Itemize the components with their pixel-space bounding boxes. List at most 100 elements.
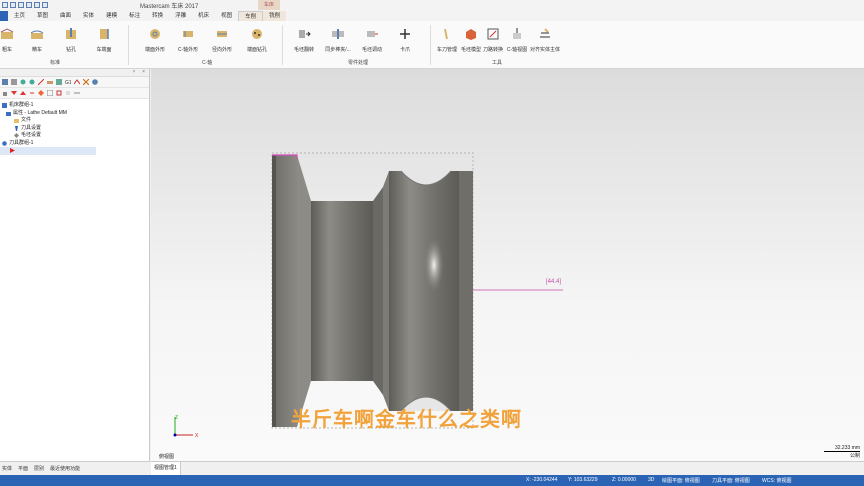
tool-manager-icon [444,29,448,39]
face-contour-icon [150,29,160,39]
pin-icon[interactable]: ᵖ [133,69,135,75]
face-drill-button[interactable]: 端面钻孔 [242,27,272,57]
tab-relief[interactable]: 浮雕 [169,11,192,21]
toolpath-transform-icon [487,28,499,40]
move-up-icon[interactable] [20,90,26,96]
window-title: Mastercam 车床 2017 [140,4,199,10]
finish-turn-button[interactable]: 精车 [22,27,52,57]
status-x: X: -230.04244 [526,477,558,483]
tree-item-toolpath-group[interactable]: 刀具群组-1 [0,140,149,148]
options-icon[interactable] [74,90,80,96]
status-construction-plane[interactable]: 绘图平面: 俯视图 [662,477,700,484]
tree-item-files[interactable]: 文件 [0,117,149,125]
axis-x-label: X [195,433,199,439]
tab-surface[interactable]: 曲面 [54,11,77,21]
c-axis-view-button[interactable]: C-轴视图 [502,27,532,57]
toggle-lock-icon[interactable] [65,90,71,96]
drill-icon [66,28,76,39]
insert-after-icon[interactable] [38,90,44,96]
print-icon[interactable] [26,2,32,8]
chuck-icon [400,29,410,39]
scale-unit: 公制 [849,453,860,459]
tab-milling[interactable]: 铣削 [263,11,287,21]
face-contour-button[interactable]: 端面外形 [140,27,170,57]
select-failed-icon[interactable] [11,79,17,85]
tab-solids[interactable]: 实体 [2,465,12,472]
rough-turn-button[interactable]: 粗车 [0,27,22,57]
cross-contour-icon [217,31,227,37]
insert-arrow-marker-icon [10,148,15,154]
tree-item-insert-arrow[interactable] [0,147,96,155]
show-selected-icon[interactable] [47,90,53,96]
stock-flip-button[interactable]: 毛坯翻转 [289,27,319,57]
tool-settings-icon [15,125,18,131]
open-file-icon[interactable] [10,2,16,8]
tab-transform[interactable]: 转换 [146,11,169,21]
ribbon: 粗车 精车 钻孔 车端面 标准 端面外形 C-轴外形 径向外形 端面钻孔 C-轴… [0,21,864,69]
tab-model[interactable]: 建模 [100,11,123,21]
simulate-icon[interactable] [56,79,62,85]
post-icon[interactable]: G1 [65,79,71,85]
cross-contour-button[interactable]: 径向外形 [207,27,237,57]
tab-view[interactable]: 视图 [215,11,238,21]
move-down-icon[interactable] [11,90,17,96]
close-icon[interactable]: × [142,69,145,75]
regenerate-icon[interactable] [20,79,26,85]
quick-access-toolbar [0,2,48,8]
tab-recent-functions[interactable]: 最近使用功能 [50,465,80,472]
insert-arrow-icon[interactable] [29,90,35,96]
group-label-part-handling: 零件处理 [348,60,369,66]
tab-planes[interactable]: 平面 [18,465,28,472]
tree-item-stock-setup[interactable]: 毛坯设置 [0,132,149,140]
sync-bar-button[interactable]: 同步棒夹/... [323,27,353,57]
tab-sketch[interactable]: 草图 [31,11,54,21]
tab-solid[interactable]: 实体 [77,11,100,21]
status-mode[interactable]: 3D [648,477,654,483]
tree-item-machine-group[interactable]: 机床群组-1 [0,102,149,110]
toggle-display-icon[interactable] [56,90,62,96]
status-wcs[interactable]: WCS: 俯视图 [762,477,791,484]
lock-icon[interactable] [2,90,8,96]
chuck-button[interactable]: 卡爪 [390,27,420,57]
stock-transfer-button[interactable]: 毛坯调动 [357,27,387,57]
tab-machine[interactable]: 机床 [192,11,215,21]
select-all-icon[interactable] [2,79,8,85]
align-solid-button[interactable]: 对齐实体主体 [530,27,560,57]
status-tool-plane[interactable]: 刀具平面: 俯视图 [712,477,750,484]
face-turn-button[interactable]: 车端面 [89,27,119,57]
machine-group-icon [2,103,7,109]
scale-value: 32.233 mm [824,445,860,452]
undo-icon[interactable] [34,2,40,8]
panel-bottom-tabs: 实体 平面 层别 最近使用功能 [0,461,150,475]
tab-home[interactable]: 主页 [8,11,31,21]
verify-icon[interactable] [47,79,53,85]
drill-button[interactable]: 钻孔 [56,27,86,57]
delete-ops-icon[interactable] [83,79,89,85]
c-axis-contour-button[interactable]: C-轴外形 [173,27,203,57]
face-drill-icon [252,29,262,39]
tab-annotate[interactable]: 标注 [123,11,146,21]
tab-view-sheet[interactable]: 视图管理1 [151,462,181,475]
high-feed-icon[interactable] [74,79,80,85]
groove-highlight [424,237,444,293]
group-separator [128,25,129,65]
tab-file[interactable] [0,11,8,21]
sync-bar-icon [332,29,344,39]
tree-item-tool-settings[interactable]: 刀具设置 [0,125,149,133]
stock-flip-icon [299,30,311,38]
save-icon[interactable] [18,2,24,8]
status-y: Y: 103.63229 [568,477,598,483]
regenerate-dirty-icon[interactable] [29,79,35,85]
new-file-icon[interactable] [2,2,8,8]
help-icon[interactable] [92,79,98,85]
right-chamfer [373,187,383,395]
svg-text:G1: G1 [65,80,71,85]
graphics-viewport[interactable]: [44.4] 半斤车啊金车什么之类啊 X Z 俯视图 32.233 mm 公制 [151,69,864,461]
tree-item-properties[interactable]: 属性 - Lathe Default MM [0,110,149,118]
tab-levels[interactable]: 层别 [34,465,44,472]
axis-origin [173,433,177,437]
backplot-icon[interactable] [38,79,44,85]
redo-icon[interactable] [42,2,48,8]
tab-turning[interactable]: 车削 [238,11,264,21]
left-flange-edge [272,155,276,427]
